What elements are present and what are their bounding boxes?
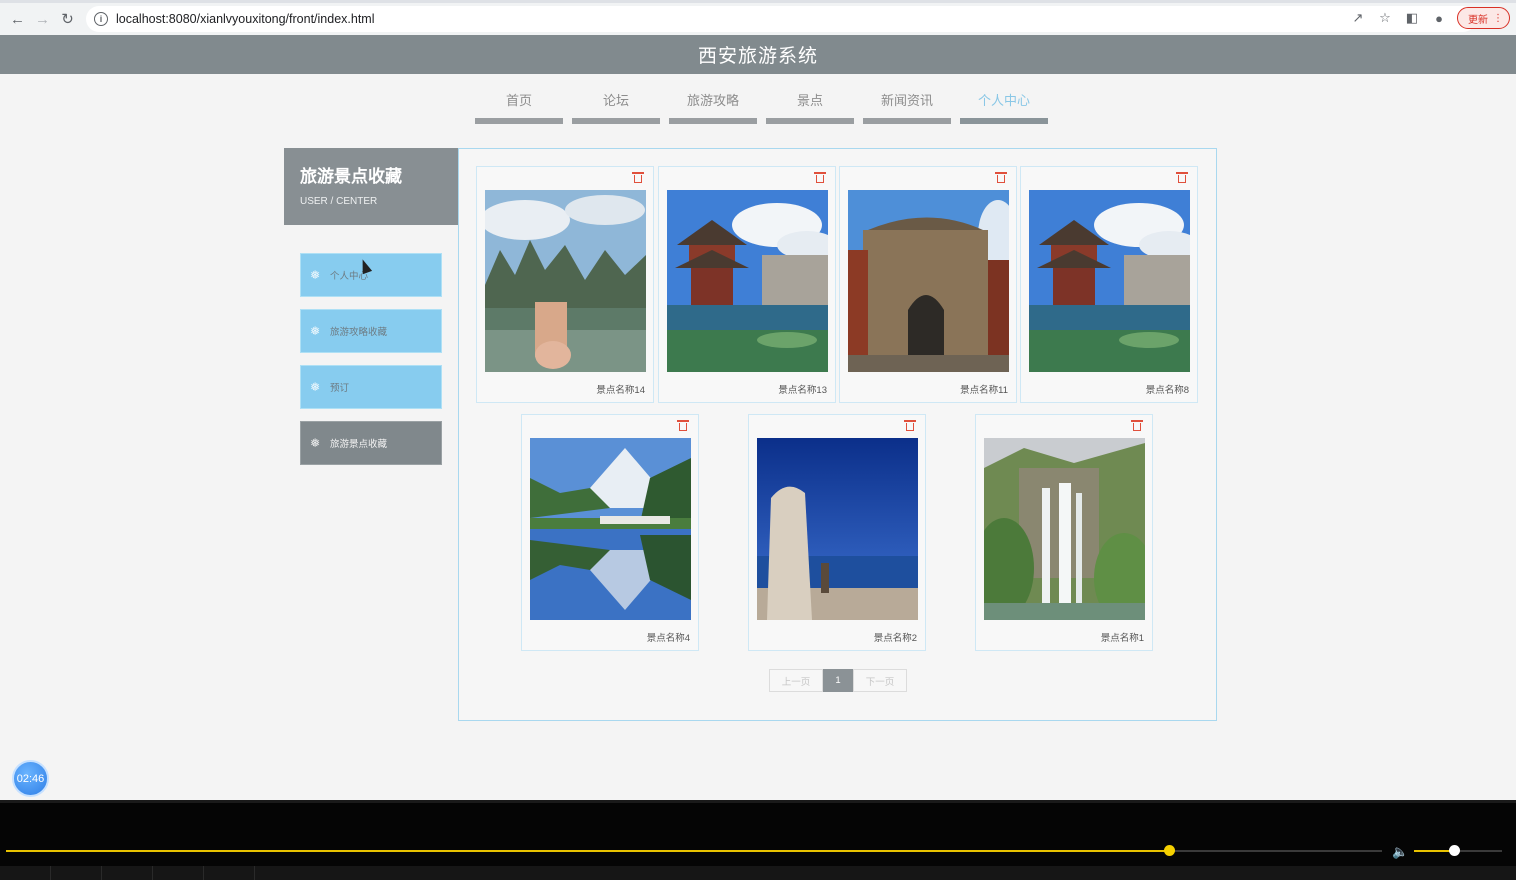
attraction-name: 景点名称4 [646, 633, 690, 644]
bookmark-star-icon[interactable]: ☆ [1376, 9, 1394, 27]
sidebar-item-attraction-favorites[interactable]: ❅ 旅游景点收藏 [300, 421, 442, 465]
address-bar[interactable]: i localhost:8080/xianlvyouxitong/front/i… [86, 6, 1476, 32]
attraction-name: 景点名称11 [960, 385, 1008, 396]
favorite-card[interactable]: 景点名称14 [476, 166, 654, 403]
favorite-card[interactable]: 景点名称4 [521, 414, 699, 651]
attraction-image[interactable] [757, 438, 918, 620]
site-title: 西安旅游系统 [697, 46, 818, 67]
trash-icon[interactable] [995, 172, 1007, 183]
nav-label: 首页 [505, 93, 532, 108]
attraction-image[interactable] [1029, 190, 1190, 372]
snowflake-icon: ❅ [310, 268, 321, 282]
video-player-bar: 🔈 [0, 800, 1516, 880]
nav-label: 论坛 [602, 93, 629, 108]
nav-label: 新闻资讯 [880, 93, 933, 108]
trash-icon[interactable] [1176, 172, 1188, 183]
favorite-card[interactable]: 景点名称11 [839, 166, 1017, 403]
sidebar-item-booking[interactable]: ❅ 预订 [300, 365, 442, 409]
browser-toolbar: ← → ↻ i localhost:8080/xianlvyouxitong/f… [0, 0, 1516, 35]
sidebar-item-personal-center[interactable]: ❅ 个人中心 [300, 253, 442, 297]
player-bottom-strip [0, 866, 1516, 880]
sidebar-subtitle: USER / CENTER [300, 196, 378, 207]
sidebar-menu: ❅ 个人中心 ❅ 旅游攻略收藏 ❅ 预订 ❅ 旅游景点收藏 [300, 253, 442, 477]
attraction-name: 景点名称8 [1145, 385, 1189, 396]
snowflake-icon: ❅ [310, 436, 321, 450]
next-page-button[interactable]: 下一页 [853, 669, 907, 692]
attraction-image[interactable] [485, 190, 646, 372]
nav-label: 旅游攻略 [686, 93, 739, 108]
prev-page-button[interactable]: 上一页 [769, 669, 823, 692]
favorite-card[interactable]: 景点名称1 [975, 414, 1153, 651]
attraction-name: 景点名称14 [596, 385, 645, 396]
attraction-name: 景点名称13 [778, 385, 827, 396]
volume-level [1414, 850, 1454, 852]
more-vert-icon: ⋮ [1493, 12, 1503, 24]
back-arrow-icon[interactable]: ← [5, 7, 30, 32]
profile-avatar-icon[interactable]: ● [1430, 9, 1448, 27]
snowflake-icon: ❅ [310, 380, 321, 394]
attraction-image[interactable] [530, 438, 691, 620]
trash-icon[interactable] [904, 420, 916, 431]
attraction-image[interactable] [848, 190, 1009, 372]
sidebar-item-guide-favorites[interactable]: ❅ 旅游攻略收藏 [300, 309, 442, 353]
recording-timer-badge[interactable]: 02:46 [12, 760, 49, 797]
site-header: 西安旅游系统 [0, 35, 1516, 74]
snowflake-icon: ❅ [310, 324, 321, 338]
nav-item-forum[interactable]: 论坛 [572, 90, 660, 124]
nav-item-attractions[interactable]: 景点 [766, 90, 854, 124]
trash-icon[interactable] [814, 172, 826, 183]
share-icon[interactable]: ↗ [1349, 9, 1367, 27]
seek-handle[interactable] [1163, 845, 1175, 856]
nav-label: 个人中心 [977, 93, 1030, 108]
side-panel-icon[interactable]: ◧ [1403, 9, 1421, 27]
player-top-strip [0, 800, 1516, 803]
nav-item-home[interactable]: 首页 [475, 90, 563, 124]
sidebar-item-label: 旅游景点收藏 [330, 439, 388, 450]
trash-icon[interactable] [1131, 420, 1143, 431]
seek-progress [6, 850, 1169, 852]
attraction-image[interactable] [667, 190, 828, 372]
nav-item-news[interactable]: 新闻资讯 [863, 90, 951, 124]
sidebar-title: 旅游景点收藏 [300, 167, 402, 186]
sidebar-header: 旅游景点收藏 USER / CENTER [284, 148, 458, 225]
update-label: 更新 [1468, 14, 1488, 26]
volume-slider[interactable] [1414, 845, 1502, 856]
forward-arrow-icon[interactable]: → [30, 7, 55, 32]
favorite-card[interactable]: 景点名称8 [1020, 166, 1198, 403]
volume-icon[interactable]: 🔈 [1392, 844, 1408, 860]
site-info-icon[interactable]: i [94, 12, 108, 26]
favorite-card[interactable]: 景点名称13 [658, 166, 836, 403]
pagination: 上一页 1 下一页 [769, 669, 907, 692]
nav-item-personal-center[interactable]: 个人中心 [960, 90, 1048, 124]
attraction-name: 景点名称2 [873, 633, 917, 644]
trash-icon[interactable] [632, 172, 644, 183]
favorite-card[interactable]: 景点名称2 [748, 414, 926, 651]
attraction-name: 景点名称1 [1100, 633, 1144, 644]
attraction-image[interactable] [984, 438, 1145, 620]
main-nav: 首页 论坛 旅游攻略 景点 新闻资讯 个人中心 [475, 90, 1057, 124]
volume-handle[interactable] [1448, 845, 1460, 856]
nav-item-travel-guide[interactable]: 旅游攻略 [669, 90, 757, 124]
seek-bar[interactable] [6, 845, 1382, 856]
sidebar-item-label: 旅游攻略收藏 [330, 327, 388, 338]
page-number-button[interactable]: 1 [823, 669, 853, 692]
reload-icon[interactable]: ↻ [55, 7, 80, 32]
url-text[interactable]: localhost:8080/xianlvyouxitong/front/ind… [116, 12, 374, 26]
sidebar-item-label: 预订 [330, 383, 350, 394]
trash-icon[interactable] [677, 420, 689, 431]
update-button[interactable]: 更新 ⋮ [1457, 7, 1510, 29]
nav-label: 景点 [796, 93, 823, 108]
